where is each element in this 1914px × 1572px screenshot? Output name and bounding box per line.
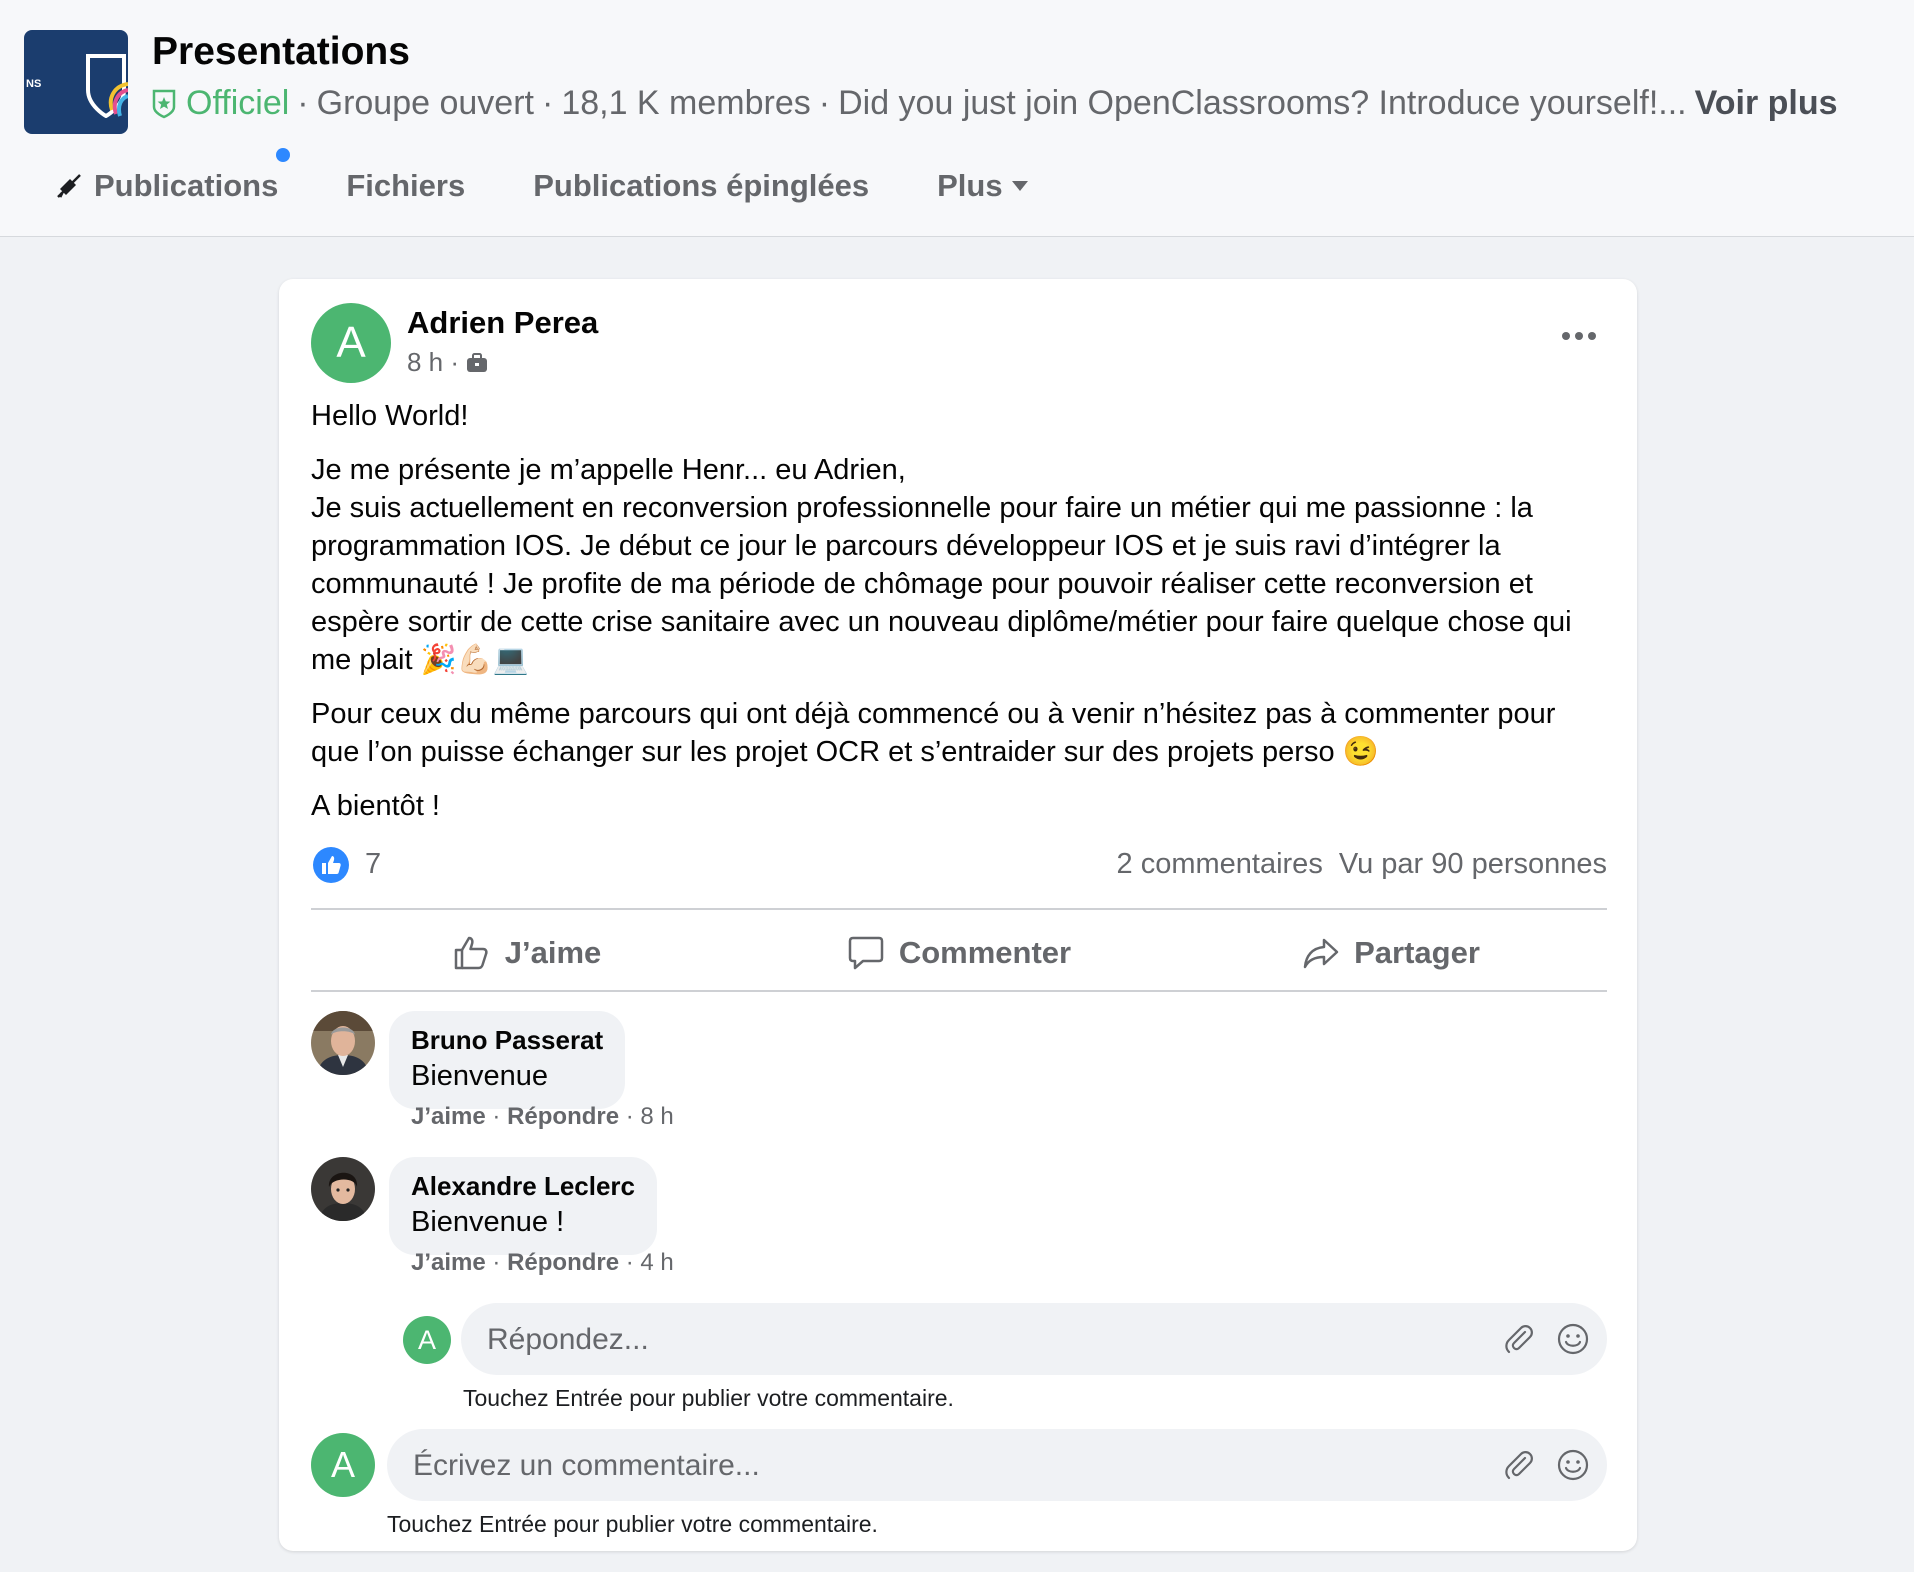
meta-separator: · — [541, 84, 554, 122]
comment-hint: Touchez Entrée pour publier votre commen… — [387, 1511, 878, 1537]
tab-publications[interactable]: Publications — [56, 148, 291, 204]
comment-time[interactable]: · 4 h — [626, 1249, 674, 1276]
comment-actions: J’aime · Répondre · 4 h — [411, 1249, 674, 1276]
caret-down-icon — [1011, 181, 1028, 191]
commenter-name[interactable]: Bruno Passerat — [411, 1023, 603, 1057]
meta-separator: · — [818, 84, 831, 122]
briefcase-icon — [467, 352, 488, 372]
comment-reply-button[interactable]: Répondre — [507, 1103, 619, 1130]
comment-like-button[interactable]: J’aime — [411, 1249, 486, 1276]
group-description: Did you just join OpenClassrooms? Introd… — [838, 84, 1687, 122]
avatar[interactable] — [311, 1157, 375, 1221]
tab-fichiers[interactable]: Fichiers — [346, 168, 465, 204]
commenter-photo — [311, 1157, 375, 1221]
tab-plus[interactable]: Plus — [937, 168, 1040, 204]
shield-star-icon — [152, 89, 176, 118]
group-type: Groupe ouvert — [316, 84, 534, 122]
attach-button[interactable] — [1501, 1321, 1537, 1357]
post-paragraph: Pour ceux du même parcours qui ont déjà … — [311, 698, 1556, 768]
like-button[interactable]: J’aime — [311, 913, 743, 993]
share-icon — [1303, 938, 1339, 969]
comment-bubble: Alexandre Leclerc Bienvenue ! — [389, 1157, 658, 1255]
tab-label: Publications épinglées — [533, 168, 870, 203]
share-button-label: Partager — [1354, 935, 1480, 970]
post-body: Hello World! Je me présente je m’appelle… — [311, 397, 1611, 841]
post-stats: 7 2 commentaires Vu par 90 personnes — [311, 845, 1607, 885]
post-timestamp: 8 h · — [407, 347, 489, 378]
comment-button-label: Commenter — [898, 935, 1072, 970]
divider — [311, 908, 1607, 910]
group-header: NS Presentations Officiel · Groupe ouver… — [0, 0, 1914, 237]
paperclip-icon — [1505, 1325, 1533, 1354]
author-name[interactable]: Adrien Perea — [407, 305, 598, 341]
comment: Alexandre Leclerc Bienvenue ! J’aime · R… — [311, 1157, 1607, 1277]
paperclip-icon — [1505, 1451, 1533, 1480]
attach-button[interactable] — [1501, 1447, 1537, 1483]
more-dots-icon — [1562, 332, 1570, 340]
reply-input[interactable] — [485, 1313, 1475, 1367]
more-options-button[interactable] — [1549, 319, 1609, 353]
unread-dot — [276, 148, 291, 162]
official-text: Officiel — [186, 84, 290, 122]
comment-text: Bienvenue — [411, 1060, 549, 1092]
comment-icon — [848, 936, 884, 970]
group-tabs: Publications Fichiers Publications éping… — [56, 148, 1109, 204]
tab-label: Publications — [94, 168, 279, 203]
post-card: A Adrien Perea 8 h · Hello World! Je me … — [279, 279, 1637, 1551]
like-count[interactable]: 7 — [365, 848, 381, 881]
comment-button[interactable]: Commenter — [743, 913, 1175, 993]
comments-count[interactable]: 2 commentaires — [1117, 848, 1323, 881]
tab-pinned-publications[interactable]: Publications épinglées — [533, 168, 869, 204]
emoji-button[interactable] — [1555, 1321, 1591, 1357]
comment-avatar[interactable]: A — [311, 1433, 375, 1497]
divider — [311, 990, 1607, 992]
post-actions: J’aime Commenter Partager — [311, 913, 1607, 993]
like-button-label: J’aime — [504, 935, 602, 970]
author-avatar[interactable]: A — [311, 303, 391, 383]
reply-avatar[interactable]: A — [403, 1316, 451, 1364]
post-paragraph: A bientôt ! — [311, 790, 440, 822]
member-count[interactable]: 18,1 K membres — [561, 84, 810, 123]
comment-reply-button[interactable]: Répondre — [507, 1249, 619, 1276]
see-more-link[interactable]: Voir plus — [1695, 84, 1838, 123]
comment: Bruno Passerat Bienvenue J’aime · Répond… — [311, 1011, 1607, 1131]
post-paragraph: Hello World! — [311, 400, 469, 432]
views-count[interactable]: Vu par 90 personnes — [1339, 848, 1607, 881]
reply-input-container — [461, 1303, 1607, 1375]
tab-label: Plus — [937, 168, 1003, 203]
thumbs-up-icon — [322, 856, 341, 874]
comment-input[interactable] — [411, 1439, 1475, 1493]
comment-actions: J’aime · Répondre · 8 h — [411, 1103, 674, 1130]
smiley-icon — [1557, 1323, 1589, 1355]
post-paragraph: Je me présente je m’appelle Henr... eu A… — [311, 454, 1572, 676]
like-badge-icon[interactable] — [313, 847, 349, 883]
comment-text: Bienvenue ! — [411, 1206, 565, 1238]
comment-input-container — [387, 1429, 1607, 1501]
comment-time[interactable]: · 8 h — [626, 1103, 674, 1130]
megaphone-muted-icon — [57, 174, 81, 198]
commenter-photo — [311, 1011, 375, 1075]
thumbs-up-icon — [454, 936, 488, 970]
group-logo[interactable]: NS — [24, 30, 128, 134]
group-logo-text: NS — [26, 78, 42, 90]
group-logo-icon — [86, 54, 128, 118]
official-label: Officiel — [152, 84, 289, 123]
post-stats-right: 2 commentaires Vu par 90 personnes — [1117, 848, 1607, 881]
reply-hint: Touchez Entrée pour publier votre commen… — [463, 1385, 954, 1411]
group-meta: Officiel · Groupe ouvert · 18,1 K membre… — [152, 84, 1838, 123]
post-time-text[interactable]: 8 h · — [407, 347, 459, 378]
share-button[interactable]: Partager — [1175, 913, 1607, 993]
smiley-icon — [1557, 1449, 1589, 1481]
comment-bubble: Bruno Passerat Bienvenue — [389, 1011, 626, 1109]
tab-label: Fichiers — [346, 168, 466, 203]
group-title[interactable]: Presentations — [152, 30, 410, 74]
avatar[interactable] — [311, 1011, 375, 1075]
commenter-name[interactable]: Alexandre Leclerc — [411, 1169, 635, 1203]
emoji-button[interactable] — [1555, 1447, 1591, 1483]
comment-like-button[interactable]: J’aime — [411, 1103, 486, 1130]
meta-separator: · — [297, 84, 309, 122]
